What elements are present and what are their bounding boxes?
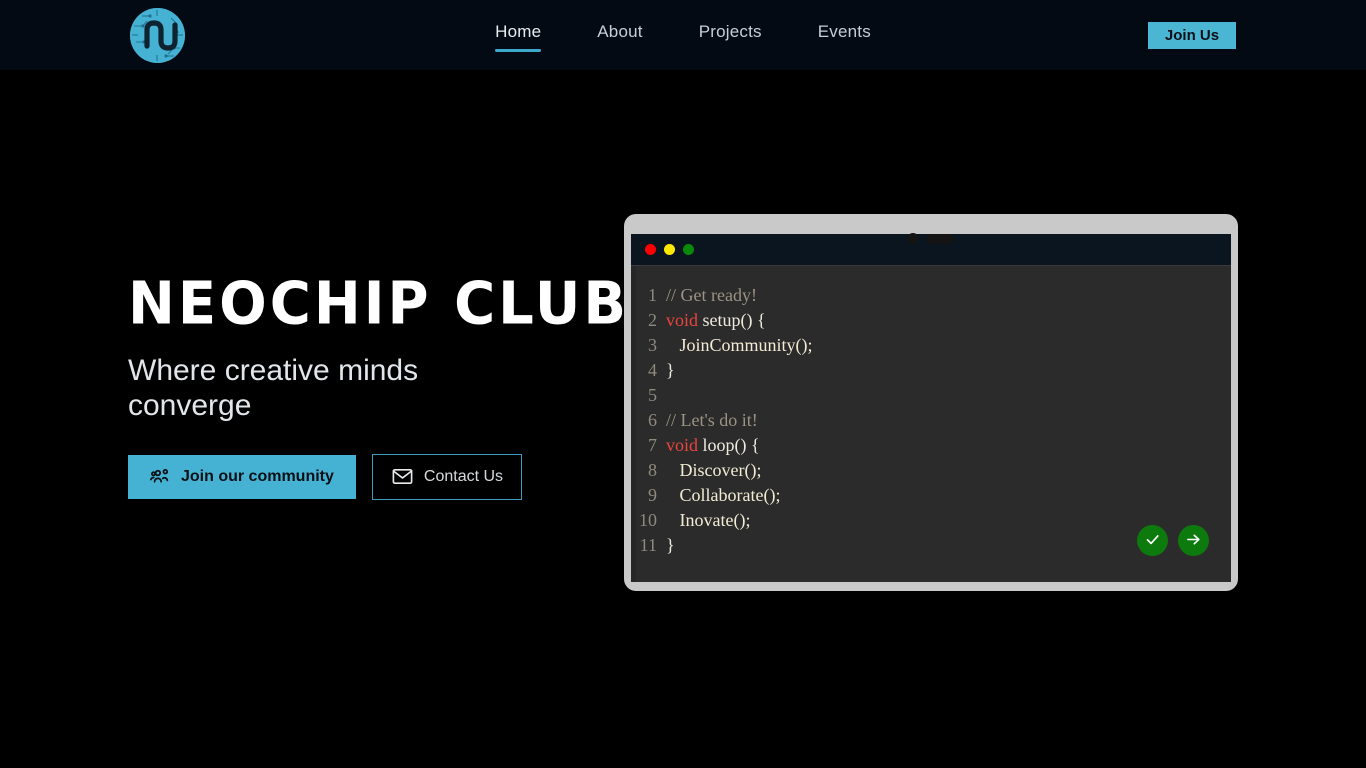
line-number: 11 [639,535,657,555]
join-our-community-button[interactable]: Join our community [128,454,356,499]
maximize-button[interactable] [683,244,694,255]
line-number: 10 [639,510,657,530]
gutter-strip [631,266,636,582]
nav-label: Projects [698,22,762,41]
code-line: 3 JoinCommunity(); [631,333,1231,358]
code-line: 6 // Let's do it! [631,408,1231,433]
code-token: Discover(); [666,460,762,480]
line-number: 7 [648,435,657,455]
code-token: // Get ready! [666,285,757,305]
code-token: void [666,435,699,455]
close-button[interactable] [645,244,656,255]
minimize-button[interactable] [664,244,675,255]
code-line: 1 // Get ready! [631,283,1231,308]
code-line-text: Inovate(); [666,508,751,533]
envelope-icon [391,465,414,488]
code-line-text: // Get ready! [666,283,757,308]
secondary-cta-label: Contact Us [423,467,504,485]
primary-cta-label: Join our community [181,467,334,485]
contact-us-button[interactable]: Contact Us [371,453,523,500]
line-number: 4 [648,360,657,380]
laptop-mockup: 1// Get ready! 2 void setup() {3 JoinCommu… [624,214,1238,591]
laptop-notch [907,233,955,244]
hero-content: NEOCHIP CLUB Where creative minds conver… [128,269,688,500]
code-line-text: void setup() { [666,308,766,333]
hero-subtitle: Where creative minds converge [128,354,419,423]
line-number: 3 [648,335,657,355]
code-token: setup() { [698,310,766,330]
code-line-text: void loop() { [666,433,760,458]
code-line: 7 void loop() { [631,433,1231,458]
line-number: 8 [648,460,657,480]
code-line-text: // Let's do it! [666,408,758,433]
people-group-icon [150,466,171,487]
code-token: JoinCommunity(); [666,335,813,355]
nav-label: Events [817,22,871,41]
editor-action-buttons [1137,525,1209,556]
line-number: 9 [648,485,657,505]
line-number: 1 [648,285,657,305]
page-title: NEOCHIP CLUB [128,269,630,338]
hero-cta-row: Join our community Contact Us [128,453,688,500]
code-line-text: } [666,358,675,383]
speaker-pill-icon [926,233,955,244]
code-line-text: Discover(); [666,458,762,483]
nav-item-home[interactable]: Home [495,18,542,52]
nav-item-about[interactable]: About [597,18,642,52]
code-line-text: JoinCommunity(); [666,333,813,358]
line-number: 2 [648,310,657,330]
code-token: Collaborate(); [666,485,781,505]
check-icon [1144,531,1161,551]
nav-item-events[interactable]: Events [818,18,871,52]
nav-label: Home [495,22,542,41]
line-number: 5 [648,385,657,405]
join-us-button[interactable]: Join Us [1148,22,1236,49]
code-editor[interactable]: 1// Get ready! 2 void setup() {3 JoinCommu… [631,266,1231,582]
nav-label: About [597,22,643,41]
upload-button[interactable] [1178,525,1209,556]
code-line: 8 Discover(); [631,458,1231,483]
line-number: 6 [648,410,657,430]
code-token: void [666,310,699,330]
nav-item-projects[interactable]: Projects [699,18,762,52]
code-line: 9 Collaborate(); [631,483,1231,508]
code-token: // Let's do it! [666,410,758,430]
code-line: 2 void setup() { [631,308,1231,333]
code-line: 5 [631,383,1231,408]
code-line: 4} [631,358,1231,383]
code-token: loop() { [698,435,760,455]
verify-button[interactable] [1137,525,1168,556]
editor-window: 1// Get ready! 2 void setup() {3 JoinCommu… [631,234,1231,582]
code-token: } [666,360,675,380]
code-lines: 1// Get ready! 2 void setup() {3 JoinCommu… [631,283,1231,558]
code-line-text: Collaborate(); [666,483,781,508]
camera-dot-icon [907,233,919,244]
site-header: Home About Projects Events Join Us [0,0,1366,70]
code-token: } [666,535,675,555]
code-line-text: } [666,533,675,558]
arrow-right-icon [1185,531,1202,551]
code-token: Inovate(); [666,510,751,530]
